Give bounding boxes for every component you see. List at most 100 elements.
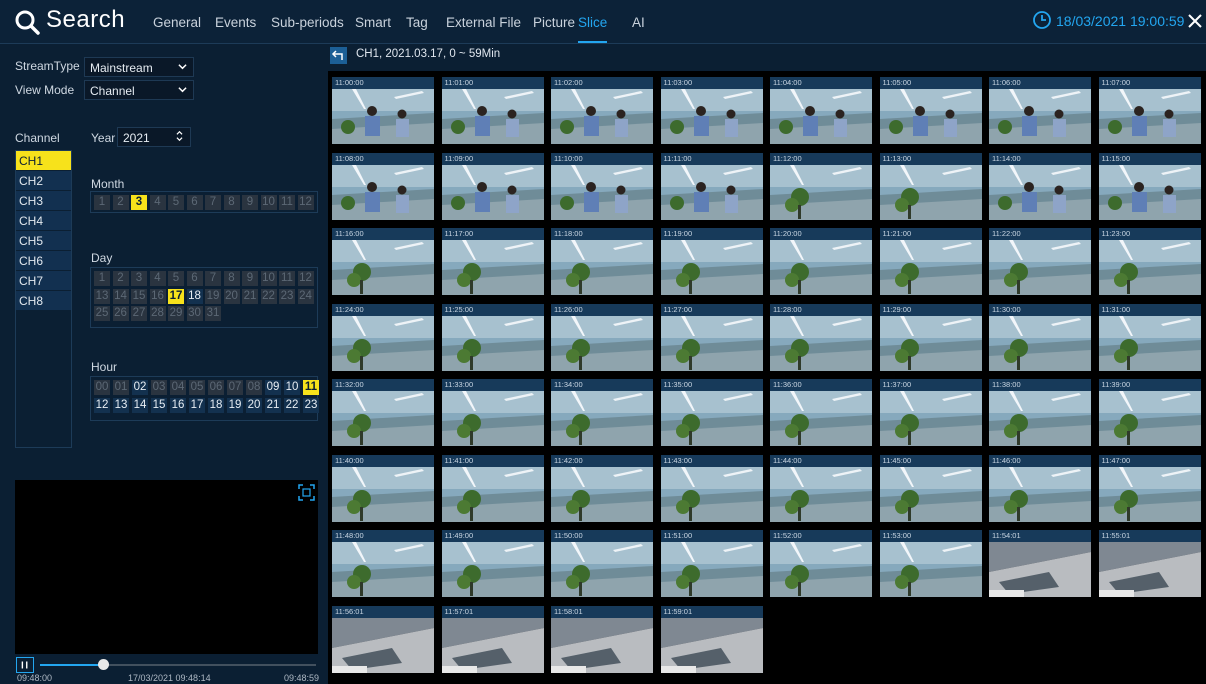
slice-thumbnail[interactable]: 11:53:00	[879, 530, 982, 597]
month-cell[interactable]: 3	[131, 195, 147, 210]
channel-item-ch4[interactable]: CH4	[16, 211, 71, 231]
slice-thumbnail[interactable]: 11:43:00	[660, 454, 763, 522]
slice-thumbnail[interactable]: 11:49:00	[441, 530, 544, 597]
slice-thumbnail[interactable]: 11:20:00	[770, 228, 872, 295]
slice-thumbnail[interactable]: 11:29:00	[879, 303, 982, 371]
hour-cell[interactable]: 17	[189, 398, 205, 413]
pause-icon[interactable]	[16, 657, 34, 673]
slice-thumbnail[interactable]: 11:31:00	[1098, 303, 1201, 371]
slice-thumbnail[interactable]: 11:13:00	[879, 152, 982, 220]
tab-sub-periods[interactable]: Sub-periods	[271, 15, 344, 43]
slice-thumbnail[interactable]: 11:46:00	[989, 454, 1091, 522]
channel-item-ch3[interactable]: CH3	[16, 191, 71, 211]
slice-thumbnail[interactable]: 11:25:00	[441, 303, 544, 371]
video-preview[interactable]	[15, 480, 318, 654]
tab-general[interactable]: General	[153, 15, 201, 43]
slice-thumbnail[interactable]: 11:44:00	[770, 454, 872, 522]
slice-thumbnail[interactable]: 11:56:01	[332, 605, 434, 673]
channel-item-ch5[interactable]: CH5	[16, 231, 71, 251]
fullscreen-icon[interactable]	[298, 484, 315, 501]
slice-thumbnail[interactable]: 11:14:00	[989, 152, 1091, 220]
slice-thumbnail[interactable]: 11:47:00	[1098, 454, 1201, 522]
slice-thumbnail[interactable]: 11:18:00	[551, 228, 653, 295]
slice-thumbnail[interactable]: 11:42:00	[551, 454, 653, 522]
slice-thumbnail[interactable]: 11:09:00	[441, 152, 544, 220]
slice-thumbnail[interactable]: 11:54:01	[989, 530, 1091, 597]
hour-cell[interactable]: 13	[113, 398, 129, 413]
hour-cell[interactable]: 20	[246, 398, 262, 413]
slice-thumbnail[interactable]: 11:26:00	[551, 303, 653, 371]
slice-thumbnail[interactable]: 11:21:00	[879, 228, 982, 295]
slice-thumbnail[interactable]: 11:35:00	[660, 379, 763, 446]
slice-thumbnail[interactable]: 11:02:00	[551, 77, 653, 144]
hour-cell[interactable]: 19	[227, 398, 243, 413]
back-arrow-icon[interactable]	[330, 47, 347, 64]
slice-thumbnail[interactable]: 11:05:00	[879, 77, 982, 144]
hour-cell[interactable]: 22	[284, 398, 300, 413]
hour-cell[interactable]: 21	[265, 398, 281, 413]
hour-cell[interactable]: 09	[265, 380, 281, 395]
slice-thumbnail[interactable]: 11:40:00	[332, 454, 434, 522]
slice-thumbnail[interactable]: 11:10:00	[551, 152, 653, 220]
slice-thumbnail[interactable]: 11:15:00	[1098, 152, 1201, 220]
slice-thumbnail[interactable]: 11:36:00	[770, 379, 872, 446]
slice-thumbnail[interactable]: 11:27:00	[660, 303, 763, 371]
slice-thumbnail[interactable]: 11:57:01	[441, 605, 544, 673]
hour-cell[interactable]: 15	[151, 398, 167, 413]
slice-thumbnail[interactable]: 11:23:00	[1098, 228, 1201, 295]
tab-smart[interactable]: Smart	[355, 15, 391, 43]
slice-thumbnail[interactable]: 11:06:00	[989, 77, 1091, 144]
tab-picture[interactable]: Picture	[533, 15, 575, 43]
channel-item-ch7[interactable]: CH7	[16, 271, 71, 291]
view-mode-select[interactable]: Channel	[84, 80, 194, 100]
playback-scrubber[interactable]	[98, 659, 110, 670]
slice-thumbnail[interactable]: 11:48:00	[332, 530, 434, 597]
tab-ai[interactable]: AI	[632, 15, 645, 43]
hour-cell[interactable]: 18	[208, 398, 224, 413]
tab-tag[interactable]: Tag	[406, 15, 428, 43]
slice-thumbnail[interactable]: 11:34:00	[551, 379, 653, 446]
tab-external-file[interactable]: External File	[446, 15, 521, 43]
slice-thumbnail[interactable]: 11:12:00	[770, 152, 872, 220]
slice-thumbnail[interactable]: 11:59:01	[660, 605, 763, 673]
slice-thumbnail[interactable]: 11:33:00	[441, 379, 544, 446]
day-cell[interactable]: 17	[168, 288, 184, 304]
slice-thumbnail[interactable]: 11:28:00	[770, 303, 872, 371]
slice-thumbnail[interactable]: 11:11:00	[660, 152, 763, 220]
slice-thumbnail[interactable]: 11:08:00	[332, 152, 434, 220]
slice-thumbnail[interactable]: 11:22:00	[989, 228, 1091, 295]
slice-thumbnail[interactable]: 11:32:00	[332, 379, 434, 446]
channel-item-ch8[interactable]: CH8	[16, 291, 71, 311]
slice-thumbnail[interactable]: 11:41:00	[441, 454, 544, 522]
slice-thumbnail[interactable]: 11:03:00	[660, 77, 763, 144]
slice-thumbnail[interactable]: 11:37:00	[879, 379, 982, 446]
channel-item-ch1[interactable]: CH1	[16, 151, 71, 171]
hour-cell[interactable]: 10	[284, 380, 300, 395]
year-spinner[interactable]: 2021	[117, 127, 191, 147]
slice-thumbnail[interactable]: 11:52:00	[770, 530, 872, 597]
slice-thumbnail[interactable]: 11:24:00	[332, 303, 434, 371]
hour-cell[interactable]: 12	[94, 398, 110, 413]
slice-thumbnail[interactable]: 11:55:01	[1098, 530, 1201, 597]
close-icon[interactable]	[1186, 12, 1204, 30]
tab-events[interactable]: Events	[215, 15, 256, 43]
hour-cell[interactable]: 23	[303, 398, 319, 413]
hour-cell[interactable]: 16	[170, 398, 186, 413]
day-cell[interactable]: 18	[186, 288, 203, 304]
hour-cell[interactable]: 02	[132, 380, 148, 395]
slice-thumbnail[interactable]: 11:16:00	[332, 228, 434, 295]
slice-thumbnail[interactable]: 11:51:00	[660, 530, 763, 597]
tab-slice[interactable]: Slice	[578, 15, 608, 43]
slice-thumbnail[interactable]: 11:30:00	[989, 303, 1091, 371]
slice-thumbnail[interactable]: 11:50:00	[551, 530, 653, 597]
slice-thumbnail[interactable]: 11:00:00	[332, 77, 434, 144]
slice-thumbnail[interactable]: 11:38:00	[989, 379, 1091, 446]
channel-item-ch2[interactable]: CH2	[16, 171, 71, 191]
channel-item-ch6[interactable]: CH6	[16, 251, 71, 271]
slice-thumbnail[interactable]: 11:01:00	[441, 77, 544, 144]
slice-thumbnail[interactable]: 11:04:00	[770, 77, 872, 144]
slice-thumbnail[interactable]: 11:45:00	[879, 454, 982, 522]
slice-thumbnail[interactable]: 11:58:01	[551, 605, 653, 673]
hour-cell[interactable]: 14	[132, 398, 148, 413]
slice-thumbnail[interactable]: 11:39:00	[1098, 379, 1201, 446]
